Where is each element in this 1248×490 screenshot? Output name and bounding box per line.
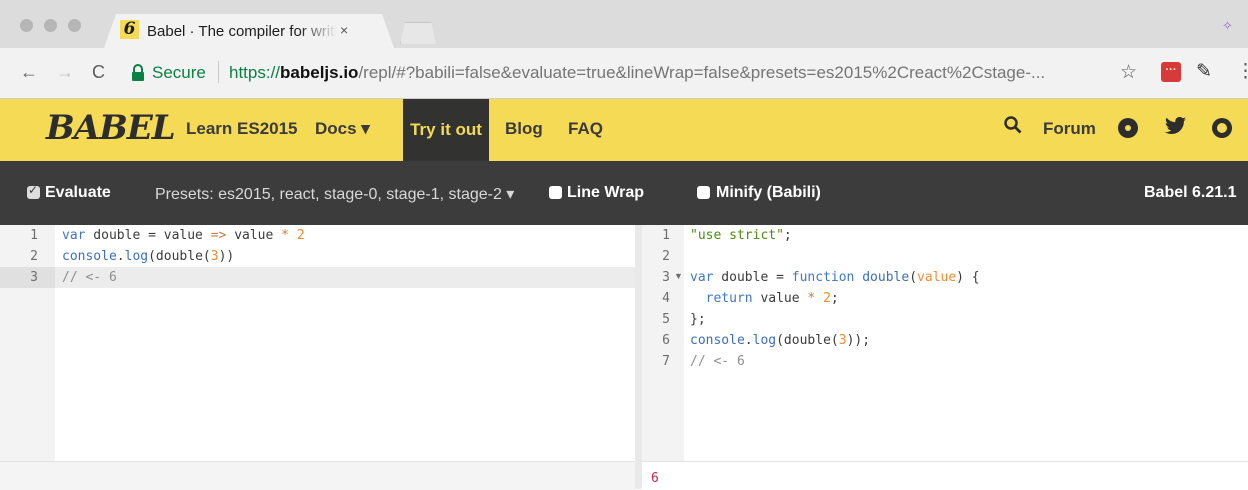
tab-title: Babel · The compiler for writing next ge… <box>147 23 337 40</box>
search-icon[interactable] <box>1004 116 1022 140</box>
window-minimize-button[interactable] <box>44 19 57 32</box>
console-output-value: 6 <box>651 471 659 486</box>
output-code[interactable]: "use strict"; var double = function doub… <box>690 225 980 372</box>
presets-dropdown[interactable]: Presets: es2015, react, stage-0, stage-1… <box>155 184 514 204</box>
extension-icon[interactable]: ✎ <box>1196 60 1212 83</box>
fold-arrow-icon[interactable]: ▼ <box>674 271 683 281</box>
secure-label[interactable]: Secure <box>152 63 206 83</box>
browser-menu-icon[interactable]: ⋮ <box>1236 60 1248 83</box>
twitter-icon[interactable] <box>1165 116 1187 141</box>
lock-icon <box>132 64 144 81</box>
output-line-numbers: 1 2 3 4 5 6 7 <box>662 228 670 369</box>
nav-docs-dropdown[interactable]: Docs ▾ <box>315 119 370 139</box>
code-line: console.log(double(3)) <box>62 249 235 264</box>
github-icon[interactable] <box>1212 118 1232 138</box>
nav-blog[interactable]: Blog <box>505 119 543 139</box>
url-separator <box>218 61 219 83</box>
line-wrap-label[interactable]: Line Wrap <box>567 184 644 202</box>
babel-version: Babel 6.21.1 <box>1144 184 1237 201</box>
line-wrap-checkbox[interactable] <box>549 186 562 199</box>
code-line: var double = value => value * 2 <box>62 228 305 243</box>
bookmark-star-icon[interactable]: ☆ <box>1120 61 1137 84</box>
nav-learn-es2015[interactable]: Learn ES2015 <box>186 119 298 139</box>
code-line: // <- 6 <box>62 270 117 285</box>
forward-arrow-icon[interactable]: → <box>56 62 74 83</box>
evaluate-label[interactable]: Evaluate <box>45 184 111 202</box>
profile-icon[interactable]: ✧ <box>1222 18 1233 34</box>
input-line-numbers: 1 2 3 <box>30 228 38 285</box>
babel-logo[interactable]: BABEL <box>46 108 176 148</box>
url-input[interactable]: https://babeljs.io/repl/#?babili=false&e… <box>229 63 1109 83</box>
slack-icon[interactable] <box>1118 118 1138 138</box>
nav-faq[interactable]: FAQ <box>568 119 603 139</box>
back-arrow-icon[interactable]: ← <box>20 62 38 83</box>
input-status-bar <box>0 461 635 490</box>
tab-close-icon[interactable]: × <box>340 22 348 38</box>
reload-icon[interactable]: C <box>92 62 105 83</box>
nav-try-it-out[interactable]: Try it out <box>403 99 489 161</box>
window-close-button[interactable] <box>20 19 33 32</box>
pane-divider[interactable] <box>635 225 642 489</box>
window-zoom-button[interactable] <box>68 19 81 32</box>
input-code[interactable]: var double = value => value * 2 console.… <box>62 225 305 288</box>
minify-checkbox[interactable] <box>697 186 710 199</box>
babel-favicon-icon: 6 <box>120 20 139 39</box>
nav-forum[interactable]: Forum <box>1043 119 1096 139</box>
minify-label[interactable]: Minify (Babili) <box>716 184 821 202</box>
evaluate-checkbox[interactable] <box>27 183 40 199</box>
output-console <box>642 461 1248 490</box>
lastpass-extension-icon[interactable]: ··· <box>1161 62 1181 82</box>
